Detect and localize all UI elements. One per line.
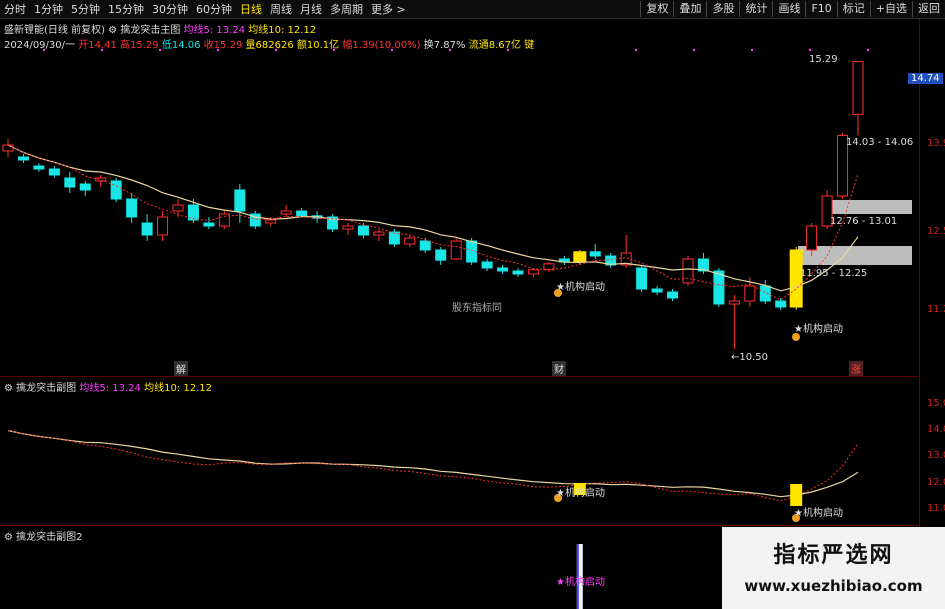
axis-label-main-1: 13.9 [927, 138, 945, 149]
candle-body [651, 288, 663, 293]
candle-body [203, 222, 215, 227]
candle-body [280, 210, 292, 215]
candle-body [265, 219, 277, 224]
sub1-header: ⚙ 擒龙突击副图 均线5: 13.24 均线10: 12.12 [4, 379, 212, 394]
candle-body [17, 156, 29, 161]
dot-marker [100, 48, 104, 52]
candle-body [450, 240, 462, 260]
shareholder-note: 股东指标同 [452, 303, 502, 314]
candle-body [218, 213, 230, 227]
dot-marker [158, 48, 162, 52]
candle-body [110, 180, 122, 200]
signal-label-main-2: ★机构启动 [794, 324, 843, 335]
candle-body [157, 216, 169, 236]
candle-body [2, 144, 14, 152]
sub1-title[interactable]: 擒龙突击副图 [16, 383, 76, 394]
candle-body [234, 189, 246, 212]
range-label-3: 11.95 - 12.25 [800, 268, 868, 279]
candle-body [589, 251, 601, 257]
sub2-title[interactable]: 擒龙突击副图2 [16, 532, 82, 543]
candle-body [636, 267, 648, 290]
candle-body [435, 249, 447, 261]
range-label-2: 12.76 - 13.01 [830, 216, 898, 227]
signal-label-main-1: ★机构启动 [556, 282, 605, 293]
low-mark-value: 10.50 [739, 352, 769, 363]
candle-body [728, 300, 740, 305]
candle-body [512, 270, 524, 275]
axis-label-sub1-5: 11.0 [927, 503, 945, 514]
axis-label-main-3: 11.2 [927, 304, 945, 315]
candle-body [744, 285, 756, 302]
candle-body [713, 270, 725, 305]
candle-body [527, 269, 539, 275]
dot-marker [274, 48, 278, 52]
event-marker-jie[interactable]: 解 [174, 361, 188, 376]
dot-marker [692, 48, 696, 52]
sub1-ma10-label: 均线10: 12.12 [144, 383, 212, 394]
dot-marker [750, 48, 754, 52]
candle-body [296, 210, 308, 217]
dot-marker [390, 48, 394, 52]
dot-marker [216, 48, 220, 52]
candle-body [667, 291, 679, 299]
ma10-line [7, 144, 859, 292]
dot-marker [42, 48, 46, 52]
candle-body [64, 177, 76, 188]
dot-marker [448, 48, 452, 52]
dot-marker [634, 48, 638, 52]
axis-label-sub1-3: 13.0 [927, 450, 945, 461]
candle-body [373, 231, 385, 236]
candle-body [806, 225, 818, 251]
dot-marker [866, 48, 870, 52]
watermark: 指标严选网 www.xuezhibiao.com [722, 527, 945, 609]
candle-body [759, 285, 771, 302]
dot-marker [506, 48, 510, 52]
sub1-settings-icon[interactable]: ⚙ [4, 383, 13, 394]
event-marker-cai[interactable]: 财 [552, 361, 566, 376]
signal-label-sub1-1: ★机构启动 [556, 488, 605, 499]
candle-body [33, 165, 45, 170]
dot-marker [808, 48, 812, 52]
sub1-ma5-label: 均线5: 13.24 [79, 383, 141, 394]
sub1-signal-bar [790, 484, 803, 506]
candle-body [775, 300, 787, 308]
sub2-header: ⚙ 擒龙突击副图2 [4, 528, 83, 543]
high-mark: 15.29 [809, 54, 838, 65]
axis-label-sub1-2: 14.0 [927, 424, 945, 435]
watermark-url: www.xuezhibiao.com [744, 577, 923, 595]
axis-label-sub1-4: 12.0 [927, 477, 945, 488]
last-price-badge: 14.74 [908, 73, 943, 84]
sub1-ma10-line [7, 429, 859, 498]
candle-body [342, 225, 354, 230]
axis-label-sub1-1: 15.0 [927, 398, 945, 409]
candle-body [141, 222, 153, 236]
event-marker-zhang[interactable]: 涨 [849, 361, 863, 376]
pane-divider-2 [0, 525, 920, 526]
signal-label-sub2: ★机构启动 [556, 577, 605, 588]
watermark-title: 指标严选网 [773, 543, 894, 568]
candle-body [852, 61, 864, 115]
candle-body [481, 261, 493, 269]
signal-label-sub1-2: ★机构启动 [794, 508, 843, 519]
sub2-settings-icon[interactable]: ⚙ [4, 532, 13, 543]
dot-marker [332, 48, 336, 52]
low-mark: ←10.50 [731, 352, 769, 363]
range-box-1 [829, 200, 912, 214]
axis-label-main-2: 12.5 [927, 226, 945, 237]
candle-body [497, 267, 509, 272]
candle-body [357, 225, 369, 236]
range-label-1: 14.03 - 14.06 [846, 137, 914, 148]
candle-body [79, 183, 91, 191]
candle-body [126, 198, 138, 218]
candle-body [172, 204, 184, 212]
candle-body [404, 237, 416, 245]
pane-divider-1 [0, 376, 920, 377]
candle-body [573, 251, 587, 263]
candle-body [419, 240, 431, 251]
ma5-line [7, 144, 859, 301]
candle-body [48, 168, 60, 176]
